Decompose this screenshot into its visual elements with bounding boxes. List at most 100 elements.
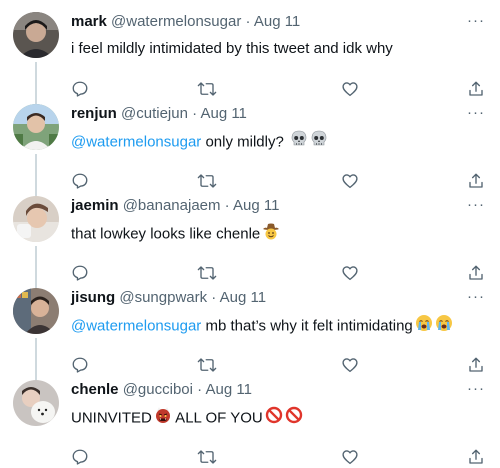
like-button[interactable] [341,172,361,192]
heart-icon [342,82,358,97]
reply-thread: mark @watermelonsugar · Aug 11 ··· i fee… [0,0,500,466]
heart-icon [342,358,358,373]
like-button[interactable] [341,80,361,100]
username[interactable]: @watermelonsugar [111,13,241,30]
retweet-icon [197,450,217,464]
tweet-body: UNINVITED [71,409,152,427]
like-button[interactable] [341,264,361,284]
more-icon[interactable]: ··· [466,13,486,34]
reply-icon [72,173,88,189]
tweet[interactable]: jisung @sungpwark · Aug 11 ··· @watermel… [0,288,500,382]
more-icon[interactable]: ··· [466,381,486,402]
share-button[interactable] [467,80,487,100]
share-icon [469,173,483,188]
more-icon[interactable]: ··· [466,289,486,310]
retweet-button[interactable] [197,80,217,100]
thread-line [35,62,37,106]
reply-button[interactable] [71,172,91,192]
display-name[interactable]: jaemin [71,197,119,214]
heart-icon [342,450,358,465]
tweet-text: that lowkey looks like chenle [71,222,280,244]
reply-button[interactable] [71,264,91,284]
tweet-body: only mildly? [201,133,284,151]
tweet-text: i feel mildly intimidated by this tweet … [71,38,393,60]
username[interactable]: @cutiejun [121,105,188,122]
ogre-emoji [154,406,172,431]
separator: · [245,13,251,30]
like-button[interactable] [341,356,361,376]
separator: · [192,105,198,122]
thread-line [35,246,37,290]
reply-icon [72,449,88,465]
timestamp[interactable]: Aug 11 [233,197,279,214]
retweet-button[interactable] [197,356,217,376]
cowboy-emoji [262,222,280,247]
heart-icon [342,174,358,189]
share-icon [469,81,483,96]
tweet[interactable]: renjun @cutiejun · Aug 11 ··· @watermelo… [0,104,500,198]
tweet-text: UNINVITED ALL OF YOU [71,406,303,428]
timestamp[interactable]: Aug 11 [200,105,246,122]
avatar[interactable] [13,196,59,242]
tweet-text: @watermelonsugar mb that’s why it felt i… [71,314,453,336]
timestamp[interactable]: Aug 11 [205,381,251,398]
display-name[interactable]: chenle [71,381,119,398]
heart-icon [342,266,358,281]
like-button[interactable] [341,448,361,468]
avatar[interactable] [13,12,59,58]
retweet-button[interactable] [197,448,217,468]
reply-button[interactable] [71,448,91,468]
tweet-text: @watermelonsugar only mildly? [71,130,328,152]
share-button[interactable] [467,172,487,192]
share-button[interactable] [467,356,487,376]
avatar[interactable] [13,380,59,426]
thread-line [35,338,37,382]
action-bar [71,80,486,100]
action-bar [71,172,486,192]
action-bar [71,356,486,376]
display-name[interactable]: mark [71,13,107,30]
reply-button[interactable] [71,356,91,376]
username[interactable]: @bananajaem [123,197,221,214]
username[interactable]: @sungpwark [119,289,207,306]
tweet-header: chenle @gucciboi · Aug 11 [71,380,252,400]
sob-emoji [435,314,453,339]
retweet-icon [197,266,217,280]
sob-emoji [415,314,433,339]
reply-icon [72,357,88,373]
timestamp[interactable]: Aug 11 [220,289,266,306]
tweet-body: that lowkey looks like chenle [71,225,261,243]
reply-button[interactable] [71,80,91,100]
more-icon[interactable]: ··· [466,105,486,126]
tweet[interactable]: chenle @gucciboi · Aug 11 ··· UNINVITED … [0,380,500,466]
username[interactable]: @gucciboi [123,381,193,398]
reply-icon [72,81,88,97]
separator: · [224,197,230,214]
tweet-body: i feel mildly intimidated by this tweet … [71,40,393,57]
share-icon [469,357,483,372]
tweet[interactable]: mark @watermelonsugar · Aug 11 ··· i fee… [0,12,500,106]
avatar[interactable] [13,104,59,150]
share-button[interactable] [467,448,487,468]
separator: · [211,289,217,306]
avatar[interactable] [13,288,59,334]
mention-link[interactable]: @watermelonsugar [71,317,201,334]
tweet-header: jisung @sungpwark · Aug 11 [71,288,266,308]
share-icon [469,449,483,464]
more-icon[interactable]: ··· [466,197,486,218]
retweet-button[interactable] [197,172,217,192]
tweet-header: renjun @cutiejun · Aug 11 [71,104,247,124]
share-button[interactable] [467,264,487,284]
retweet-icon [197,358,217,372]
display-name[interactable]: renjun [71,105,117,122]
mention-link[interactable]: @watermelonsugar [71,133,201,150]
action-bar [71,448,486,468]
tweet[interactable]: jaemin @bananajaem · Aug 11 ··· that low… [0,196,500,290]
prohibited-emoji [265,406,283,431]
separator: · [197,381,203,398]
display-name[interactable]: jisung [71,289,115,306]
timestamp[interactable]: Aug 11 [254,13,300,30]
tweet-header: mark @watermelonsugar · Aug 11 [71,12,300,32]
reply-icon [72,265,88,281]
retweet-button[interactable] [197,264,217,284]
